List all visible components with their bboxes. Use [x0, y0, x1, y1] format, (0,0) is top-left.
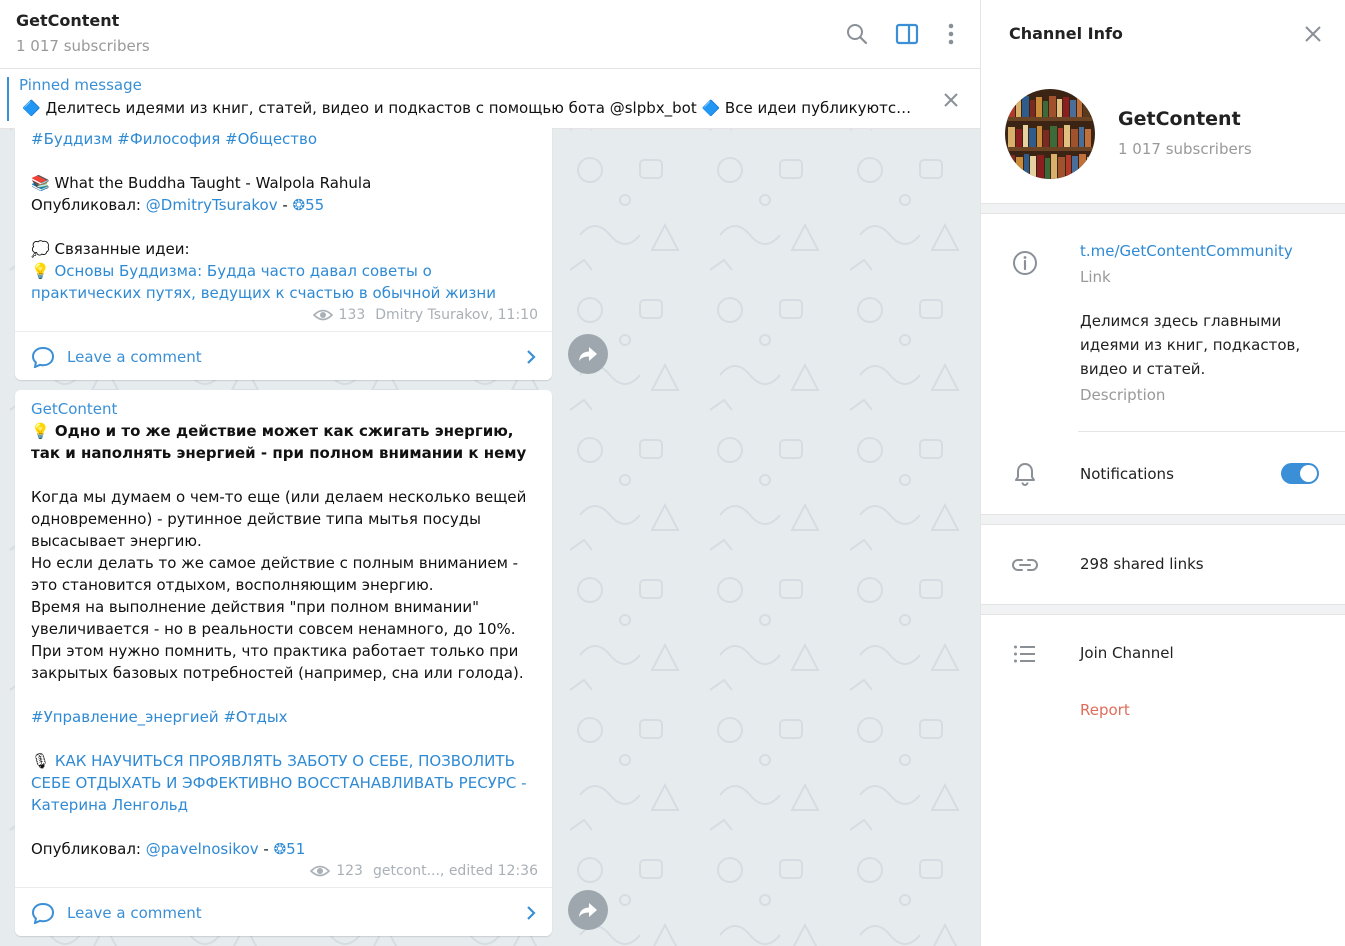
chat-area: GetContent 1 017 subscribers Pinned mess…: [0, 0, 980, 946]
views-icon: [312, 309, 333, 321]
close-icon[interactable]: [1299, 20, 1327, 48]
shared-links-item[interactable]: 298 shared links: [1080, 552, 1204, 576]
close-icon[interactable]: [938, 87, 964, 113]
channel-info-panel: Channel Info GetContent 1 017 subscriber…: [980, 0, 1345, 946]
channel-description: Делимся здесь главными идеями из книг, п…: [1080, 312, 1301, 378]
leave-comment-button[interactable]: Leave a comment: [15, 887, 552, 936]
message-signature: getcont..., edited 12:36: [372, 863, 538, 879]
chevron-right-icon: [527, 905, 536, 920]
published-label: Опубликовал:: [31, 840, 146, 858]
chat-header[interactable]: GetContent 1 017 subscribers: [0, 0, 980, 69]
thought-icon: 💭: [31, 240, 50, 258]
book-title: What the Buddha Taught - Walpola Rahula: [54, 174, 372, 192]
pinned-message[interactable]: Pinned message 🔷 Делитесь идеями из книг…: [0, 69, 980, 129]
share-button[interactable]: [568, 334, 608, 374]
join-channel-button[interactable]: Join Channel: [1080, 641, 1174, 665]
section-divider: [981, 604, 1345, 615]
section-divider: [981, 203, 1345, 214]
channel-link[interactable]: t.me/GetContentCommunity: [1080, 239, 1293, 263]
published-label: Опубликовал:: [31, 196, 146, 214]
message-meta: 123 getcont..., edited 12:36: [15, 860, 552, 882]
description-label: Description: [1080, 386, 1166, 404]
link-label: Link: [1080, 268, 1111, 286]
row-divider: [1078, 431, 1345, 432]
microphone-icon: 🎙: [31, 752, 51, 770]
score-badge[interactable]: ❂51: [274, 840, 306, 858]
channel-avatar[interactable]: [1005, 89, 1095, 179]
share-arrow-icon: [579, 903, 597, 917]
leave-comment-label: Leave a comment: [67, 903, 202, 922]
books-icon: 📚: [31, 174, 50, 192]
section-divider: [981, 514, 1345, 525]
score-badge[interactable]: ❂55: [293, 196, 325, 214]
views-count: 133: [338, 307, 366, 323]
channel-subscribers: 1 017 subscribers: [1118, 140, 1252, 158]
message-signature: Dmitry Tsurakov, 11:10: [375, 307, 538, 323]
bell-icon: [1011, 460, 1039, 488]
list-icon: [1011, 640, 1039, 668]
message-bubble[interactable]: GetContent 💡 Одно и то же действие может…: [15, 390, 552, 936]
dash-separator: -: [258, 840, 274, 858]
pinned-accent-bar: [7, 77, 9, 121]
toggle-knob: [1300, 465, 1317, 482]
leave-comment-label: Leave a comment: [67, 347, 202, 366]
related-idea-link[interactable]: Основы Буддизма: Будда часто давал совет…: [31, 262, 496, 302]
search-icon[interactable]: [843, 20, 871, 48]
chat-title[interactable]: GetContent: [16, 11, 119, 30]
message-bubble[interactable]: #Буддизм #Философия #Общество 📚 What the…: [15, 128, 552, 380]
source-link[interactable]: КАК НАУЧИТЬСЯ ПРОЯВЛЯТЬ ЗАБОТУ О СЕБЕ, П…: [31, 752, 531, 814]
link-icon: [1011, 551, 1039, 579]
share-arrow-icon: [579, 347, 597, 361]
message-sender[interactable]: GetContent: [31, 398, 536, 420]
lightbulb-icon: 💡: [31, 422, 50, 440]
report-button[interactable]: Report: [1080, 698, 1130, 722]
info-panel-title: Channel Info: [1009, 24, 1123, 43]
author-link[interactable]: @DmitryTsurakov: [146, 196, 278, 214]
message-body: Когда мы думаем о чем-то еще (или делаем…: [31, 488, 527, 682]
notifications-toggle[interactable]: [1281, 463, 1319, 484]
share-button[interactable]: [568, 890, 608, 930]
views-icon: [310, 865, 331, 877]
chat-subscribers: 1 017 subscribers: [16, 37, 150, 55]
message-headline: Одно и то же действие может как сжигать …: [31, 422, 527, 462]
lightbulb-icon: 💡: [31, 262, 50, 280]
info-icon: [1011, 249, 1039, 277]
message-hashtags[interactable]: #Буддизм #Философия #Общество: [31, 128, 536, 150]
comment-icon: [31, 346, 55, 368]
leave-comment-button[interactable]: Leave a comment: [15, 331, 552, 380]
comment-icon: [31, 902, 55, 924]
pinned-text: 🔷 Делитесь идеями из книг, статей, видео…: [22, 99, 912, 117]
message-hashtags[interactable]: #Управление_энергией #Отдых: [31, 706, 536, 728]
views-count: 123: [336, 863, 363, 879]
more-vertical-icon[interactable]: [937, 20, 965, 48]
notifications-label: Notifications: [1080, 465, 1174, 483]
sidebar-toggle-icon[interactable]: [893, 20, 921, 48]
related-ideas-label: Связанные идеи:: [54, 240, 190, 258]
dash-separator: -: [277, 196, 293, 214]
author-link[interactable]: @pavelnosikov: [146, 840, 259, 858]
message-meta: 133 Dmitry Tsurakov, 11:10: [15, 304, 552, 326]
channel-name: GetContent: [1118, 108, 1241, 130]
chevron-right-icon: [527, 349, 536, 364]
pinned-label: Pinned message: [19, 76, 142, 94]
